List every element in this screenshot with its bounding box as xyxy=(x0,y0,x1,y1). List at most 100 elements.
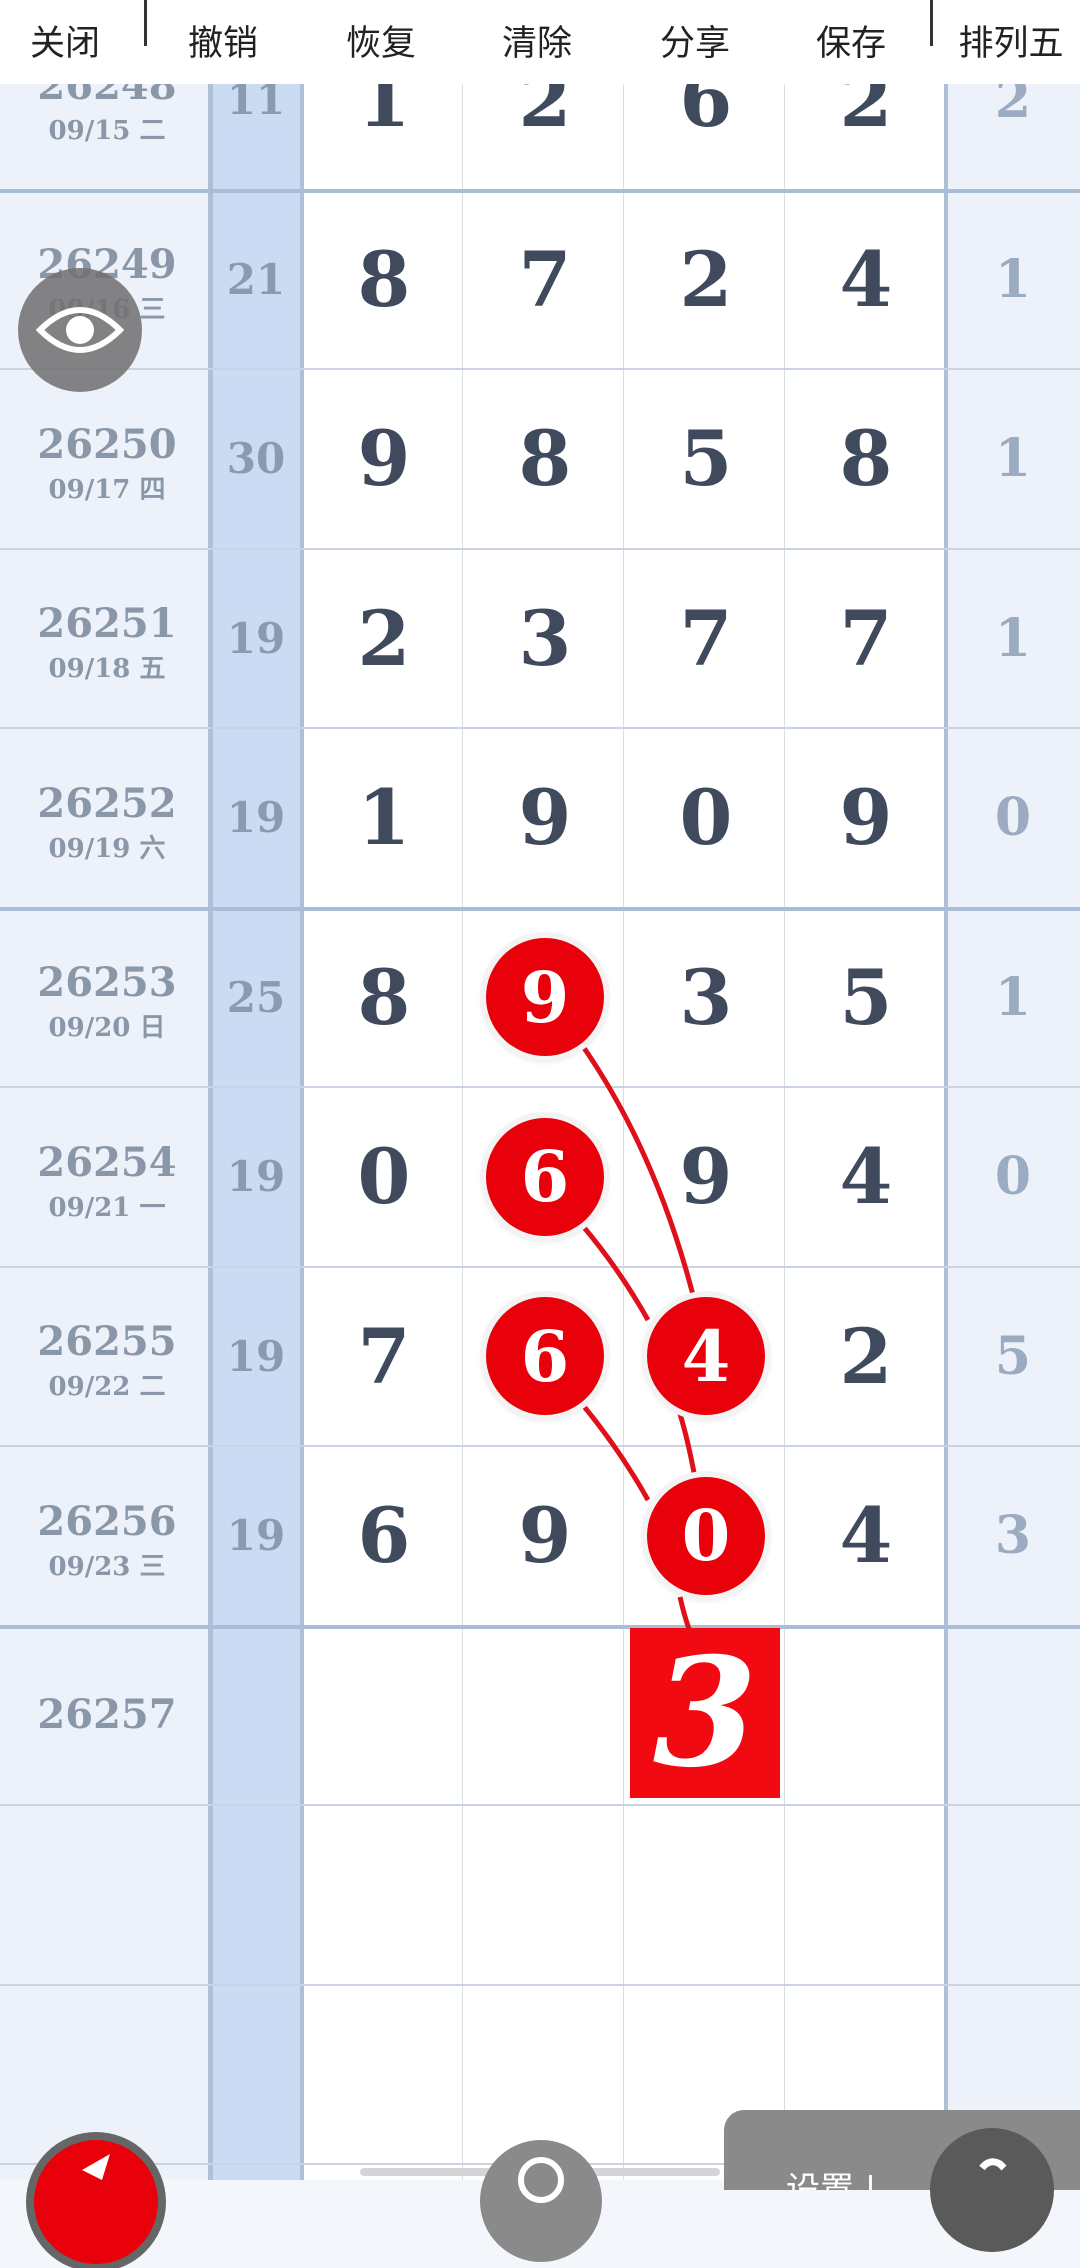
undo-button[interactable]: 撤销 xyxy=(148,0,298,84)
close-button[interactable]: 关闭 xyxy=(0,0,140,84)
digit-cell[interactable]: 9 xyxy=(485,768,605,868)
search-button[interactable] xyxy=(480,2140,602,2262)
digit-cell[interactable]: 0 xyxy=(646,768,766,868)
digit-cell[interactable] xyxy=(324,1665,444,1765)
digit-cell[interactable]: 3 xyxy=(646,947,766,1047)
settings-link-button[interactable] xyxy=(930,2128,1054,2252)
digit-cell[interactable]: 9 xyxy=(324,409,444,509)
clear-button[interactable]: 清除 xyxy=(462,0,612,84)
row-divider xyxy=(0,906,1080,911)
digit-cell[interactable]: 4 xyxy=(806,1127,926,1227)
row-divider xyxy=(0,1983,1080,1986)
span-value: 0 xyxy=(994,1146,1032,1208)
search-icon xyxy=(518,2157,564,2203)
sum-value: 19 xyxy=(226,1152,286,1202)
span-value: 1 xyxy=(994,607,1032,669)
digit-cell[interactable]: 5 xyxy=(646,409,766,509)
issue-number: 26255 xyxy=(37,1318,177,1366)
column-divider xyxy=(300,84,304,2180)
span-column xyxy=(946,84,1080,2180)
chevron-icon xyxy=(936,0,1080,10)
sum-value xyxy=(216,1685,296,1745)
highlight-ball[interactable]: 6 xyxy=(486,1117,604,1236)
digit-cell[interactable] xyxy=(485,1665,605,1765)
issue-number: 26251 xyxy=(37,600,177,648)
digit-cell[interactable]: 9 xyxy=(485,1486,605,1586)
issue-column xyxy=(0,84,210,2180)
prediction-value: 3 xyxy=(652,1625,758,1801)
issue-date: 09/17 四 xyxy=(48,474,166,505)
digit-cell[interactable]: 1 xyxy=(324,768,444,868)
digit-cell[interactable]: 8 xyxy=(806,409,926,509)
prediction-square[interactable]: 3 xyxy=(630,1625,780,1801)
issue-number: 26252 xyxy=(37,779,177,827)
undo-icon xyxy=(148,0,298,10)
sum-column xyxy=(210,84,302,2180)
sum-value: 19 xyxy=(226,1331,286,1381)
highlight-ball[interactable]: 4 xyxy=(647,1297,765,1416)
digit-cell[interactable]: 6 xyxy=(324,1486,444,1586)
digit-cell[interactable]: 0 xyxy=(324,1127,444,1227)
issue-date: 09/22 二 xyxy=(48,1372,166,1403)
game-selector[interactable]: 排列五 xyxy=(936,0,1080,84)
digit-cell[interactable]: 2 xyxy=(324,588,444,688)
digit-cell[interactable]: 7 xyxy=(324,1306,444,1406)
digit-cell[interactable]: 5 xyxy=(806,947,926,1047)
row-divider xyxy=(0,1265,1080,1268)
sum-value: 21 xyxy=(226,254,286,304)
digit-cell[interactable]: 8 xyxy=(485,409,605,509)
digit-cell[interactable]: 9 xyxy=(646,1127,766,1227)
digit-cell[interactable]: 9 xyxy=(806,768,926,868)
toolbar-divider xyxy=(144,0,147,46)
row-divider xyxy=(0,188,1080,193)
digit-cell[interactable]: 4 xyxy=(806,229,926,329)
issue-number: 26257 xyxy=(37,1691,177,1739)
span-value: 1 xyxy=(994,428,1032,490)
row-divider xyxy=(0,727,1080,729)
save-button[interactable]: 保存 xyxy=(776,0,926,84)
highlight-ball[interactable]: 9 xyxy=(486,938,604,1057)
share-icon xyxy=(620,0,770,10)
share-button[interactable]: 分享 xyxy=(620,0,770,84)
row-divider xyxy=(0,1804,1080,1806)
digit-cell[interactable]: 7 xyxy=(485,229,605,329)
close-icon xyxy=(0,0,140,10)
span-value xyxy=(963,1675,1063,1755)
span-value: 5 xyxy=(994,1325,1032,1387)
digit-cell[interactable]: 8 xyxy=(324,229,444,329)
trash-icon xyxy=(462,0,612,10)
digit-cell[interactable]: 7 xyxy=(646,588,766,688)
span-value: 3 xyxy=(994,1505,1032,1567)
digit-cell[interactable] xyxy=(806,1665,926,1765)
column-divider xyxy=(784,84,785,2180)
save-icon xyxy=(776,0,926,10)
digit-cell[interactable]: 2 xyxy=(646,229,766,329)
digit-cell[interactable]: 7 xyxy=(806,588,926,688)
issue-date: 09/20 日 xyxy=(48,1013,166,1044)
redo-button[interactable]: 恢复 xyxy=(306,0,456,84)
highlight-ball[interactable]: 6 xyxy=(486,1297,604,1416)
digit-cell[interactable]: 3 xyxy=(485,588,605,688)
span-value: 0 xyxy=(994,787,1032,849)
pen-tool-button[interactable] xyxy=(34,2140,158,2264)
issue-date: 09/21 一 xyxy=(48,1192,166,1223)
toolbar-divider xyxy=(930,0,933,46)
digit-cell[interactable]: 4 xyxy=(806,1486,926,1586)
row-divider xyxy=(0,1445,1080,1447)
highlight-ball[interactable]: 0 xyxy=(647,1476,765,1595)
row-divider xyxy=(0,368,1080,370)
visibility-toggle-button[interactable] xyxy=(18,268,142,392)
issue-date: 09/18 五 xyxy=(48,654,166,685)
chart-grid: 2624809/15 二11126222624909/16 三218724126… xyxy=(0,0,1080,2180)
column-divider xyxy=(462,84,463,2180)
issue-date: 09/19 六 xyxy=(48,833,166,864)
digit-cell[interactable]: 8 xyxy=(324,947,444,1047)
span-value: 1 xyxy=(994,966,1032,1028)
sum-value: 19 xyxy=(226,793,286,843)
eye-icon xyxy=(35,307,125,353)
row-divider xyxy=(0,547,1080,550)
row-divider xyxy=(0,1086,1080,1088)
digit-cell[interactable]: 2 xyxy=(806,1306,926,1406)
sum-value: 19 xyxy=(226,1511,286,1561)
link-icon xyxy=(979,2158,1007,2171)
